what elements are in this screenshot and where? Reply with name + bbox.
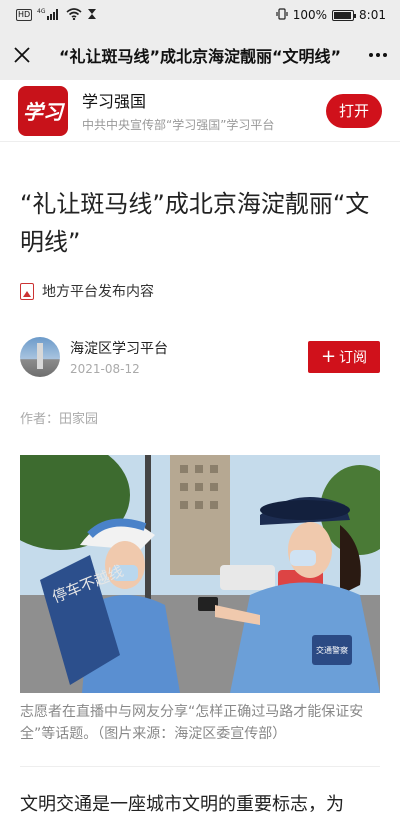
byline: 作者：田家园 — [20, 412, 99, 427]
page-title: “礼让斑马线”成北京海淀靓丽“文明线” — [58, 47, 342, 66]
app-banner: 学习 学习强国 中共中央宣传部“学习强国”学习平台 打开 — [0, 80, 400, 142]
subscribe-label: 订阅 — [339, 350, 368, 366]
avatar[interactable] — [20, 337, 60, 377]
police-badge-text: 交通警察 — [316, 645, 348, 655]
photo-illustration: 停车不越线 交通警察 — [20, 455, 380, 693]
status-left: HD 4G — [16, 8, 97, 23]
article-image[interactable]: 停车不越线 交通警察 — [20, 455, 380, 693]
vibrate-icon — [276, 7, 288, 23]
app-description: 中共中央宣传部“学习强国”学习平台 — [82, 118, 275, 132]
app-name: 学习强国 — [82, 92, 147, 111]
battery-percent: 100% — [292, 8, 328, 22]
status-bar: HD 4G 100% 8:01 — [0, 0, 400, 30]
image-caption: 志愿者在直播中与网友分享“怎样正确过马路才能保证安全”等话题。（图片来源：海淀区… — [20, 704, 364, 742]
article-title: “礼让斑马线”成北京海淀靓丽“文明线” — [20, 190, 370, 256]
app-logo: 学习 — [18, 85, 68, 136]
more-icon — [369, 53, 373, 57]
signal-icon: 4G — [37, 8, 61, 23]
bookmark-icon — [20, 282, 34, 300]
open-app-button[interactable]: 打开 — [326, 93, 382, 128]
close-icon — [14, 47, 30, 63]
hd-badge: HD — [16, 9, 33, 21]
hourglass-icon — [87, 8, 97, 23]
svg-text:4G: 4G — [37, 8, 46, 15]
title-bar: “礼让斑马线”成北京海淀靓丽“文明线” — [0, 30, 400, 80]
plus-icon: + — [320, 346, 337, 367]
more-button[interactable] — [356, 30, 400, 80]
subscribe-button[interactable]: + 订阅 — [308, 341, 380, 373]
status-right: 100% 8:01 — [276, 7, 386, 23]
close-button[interactable] — [0, 30, 44, 80]
divider — [20, 766, 380, 767]
wifi-icon — [66, 7, 82, 23]
source-tag-label: 地方平台发布内容 — [42, 284, 154, 300]
clock: 8:01 — [359, 8, 386, 22]
app-info: 学习强国 中共中央宣传部“学习强国”学习平台 — [82, 88, 326, 133]
author-row: 海淀区学习平台 2021-08-12 + 订阅 — [20, 336, 380, 378]
source-tag: 地方平台发布内容 — [20, 281, 154, 301]
author-info: 海淀区学习平台 2021-08-12 — [70, 338, 308, 376]
body-paragraph: 文明交通是一座城市文明的重要标志，为 — [20, 794, 344, 815]
author-name[interactable]: 海淀区学习平台 — [70, 338, 308, 358]
battery-icon — [332, 9, 357, 21]
publish-date: 2021-08-12 — [70, 362, 140, 376]
